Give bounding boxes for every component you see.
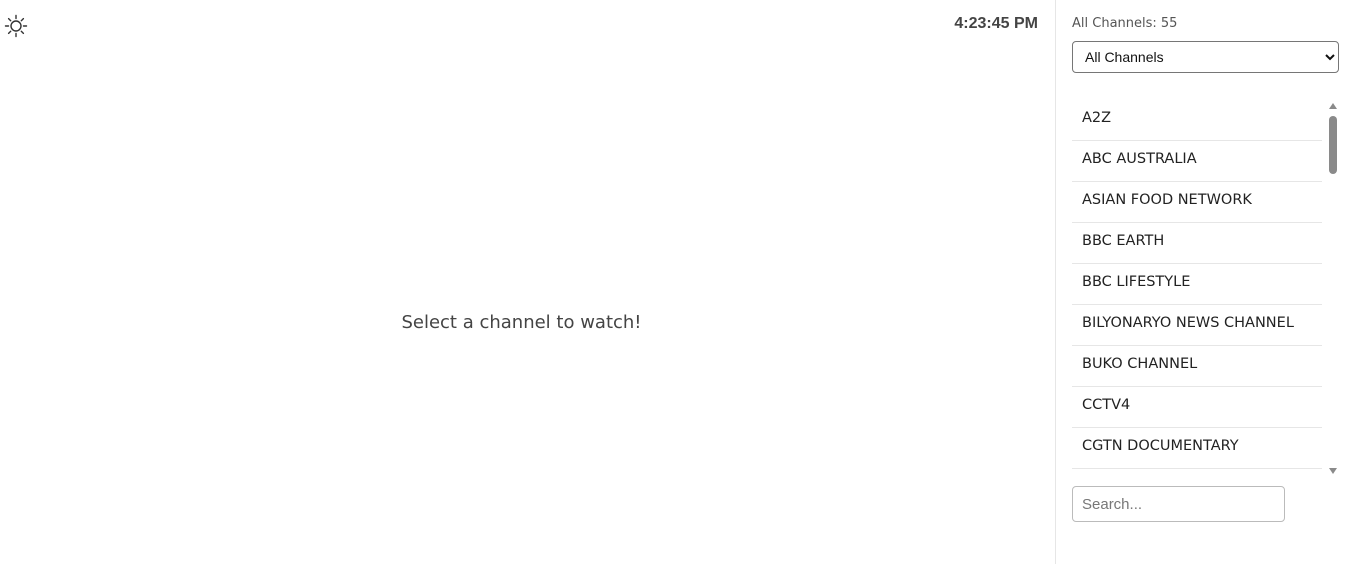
channel-count: All Channels: 55 <box>1072 16 1178 31</box>
channel-item[interactable]: A2Z <box>1072 100 1322 141</box>
player-area: 4:23:45 PM Select a channel to watch! <box>0 0 1055 564</box>
scroll-up-arrow-icon[interactable] <box>1329 103 1337 109</box>
scroll-down-arrow-icon[interactable] <box>1329 468 1337 474</box>
channel-filter-select[interactable]: All Channels <box>1072 41 1339 73</box>
scrollbar-thumb[interactable] <box>1329 116 1337 174</box>
search-input[interactable] <box>1072 486 1285 522</box>
channel-item[interactable]: CCTV4 <box>1072 387 1322 428</box>
clock: 4:23:45 PM <box>954 15 1038 32</box>
sun-icon[interactable] <box>4 14 28 38</box>
channel-item[interactable]: ASIAN FOOD NETWORK <box>1072 182 1322 223</box>
empty-state-message: Select a channel to watch! <box>401 312 642 333</box>
channel-item[interactable]: CGTN DOCUMENTARY <box>1072 428 1322 469</box>
channel-item[interactable]: BBC LIFESTYLE <box>1072 264 1322 305</box>
channel-item[interactable]: BBC EARTH <box>1072 223 1322 264</box>
channel-item[interactable]: BILYONARYO NEWS CHANNEL <box>1072 305 1322 346</box>
channel-item[interactable]: ABC AUSTRALIA <box>1072 141 1322 182</box>
channel-list: A2Z ABC AUSTRALIA ASIAN FOOD NETWORK BBC… <box>1072 100 1322 469</box>
channel-sidebar: All Channels: 55 All Channels A2Z ABC AU… <box>1055 0 1350 564</box>
channel-item[interactable]: BUKO CHANNEL <box>1072 346 1322 387</box>
app-root: 4:23:45 PM Select a channel to watch! Al… <box>0 0 1350 564</box>
channel-list-container[interactable]: A2Z ABC AUSTRALIA ASIAN FOOD NETWORK BBC… <box>1072 100 1340 477</box>
list-scrollbar[interactable] <box>1326 100 1340 477</box>
